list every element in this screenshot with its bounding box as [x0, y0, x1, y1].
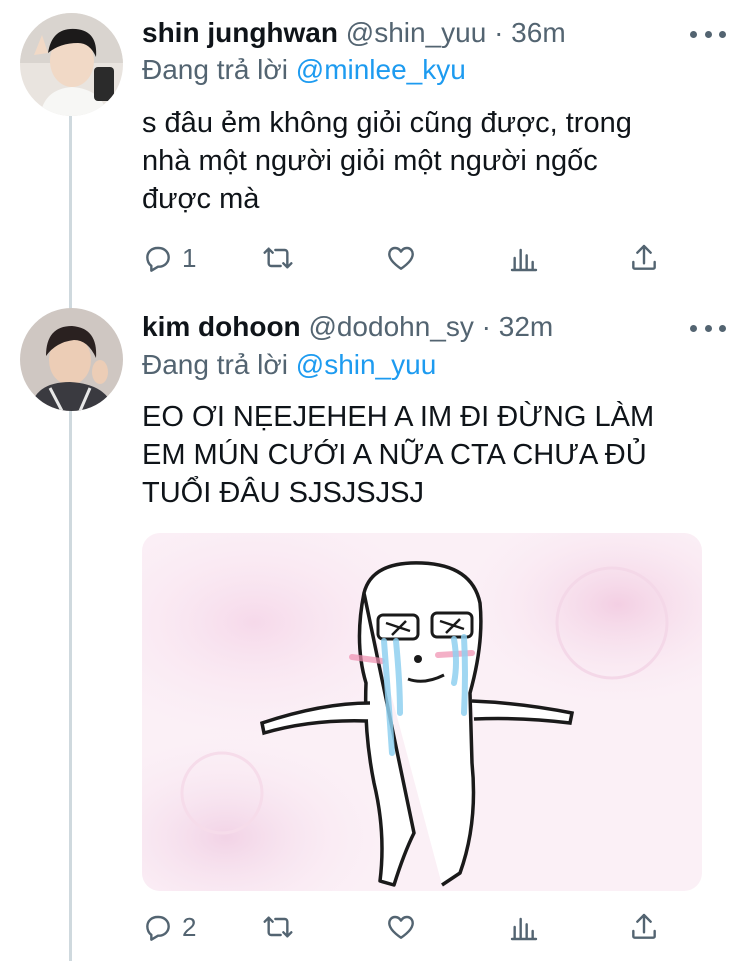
reply-count: 2 [182, 911, 197, 942]
avatar[interactable] [20, 13, 123, 116]
user-handle[interactable]: @shin_yuu [346, 17, 487, 48]
analytics-button[interactable] [508, 238, 540, 278]
tweet-media-image[interactable] [142, 533, 702, 891]
tweet-actions: 2 [142, 907, 682, 947]
retweet-icon [263, 916, 293, 938]
more-icon[interactable] [690, 24, 726, 44]
retweet-button[interactable] [262, 238, 294, 278]
avatar[interactable] [20, 308, 123, 411]
replying-to: Đang trả lời @shin_yuu [142, 348, 436, 382]
like-button[interactable] [385, 907, 417, 947]
tweet-header: kim dohoon @dodohn_sy · 32m [142, 310, 553, 344]
tweet-text: s đâu ẻm không giỏi cũng được, trong nhà… [142, 104, 712, 218]
reply-icon [146, 915, 170, 941]
tweet-text-line: được mà [142, 183, 260, 215]
like-icon [388, 246, 414, 270]
analytics-icon [510, 248, 538, 272]
timestamp[interactable]: · 32m [482, 311, 554, 342]
mention-link[interactable]: @shin_yuu [296, 349, 437, 380]
reply-button[interactable]: 1 [142, 238, 196, 278]
tweet-actions: 1 [142, 238, 682, 278]
like-icon [388, 915, 414, 939]
share-button[interactable] [628, 238, 660, 278]
display-name[interactable]: shin junghwan [142, 17, 338, 48]
reply-icon [146, 246, 170, 272]
reply-button[interactable]: 2 [142, 907, 196, 947]
replying-label: Đang trả lời [142, 349, 288, 380]
tweet-1[interactable]: shin junghwan @shin_yuu · 36m Đang trả l… [0, 0, 750, 300]
tweet-text-line: TUỔI ĐÂU SJSJSJSJ [142, 477, 424, 509]
tweet-header: shin junghwan @shin_yuu · 36m [142, 16, 566, 50]
more-icon[interactable] [690, 318, 726, 338]
share-icon [632, 244, 656, 270]
like-button[interactable] [385, 238, 417, 278]
tweet-text-line: s đâu ẻm không giỏi cũng được, trong [142, 107, 632, 139]
tweet-text-line: nhà một người giỏi một người ngốc [142, 145, 598, 177]
user-handle[interactable]: @dodohn_sy [308, 311, 473, 342]
display-name[interactable]: kim dohoon [142, 311, 301, 342]
tweet-text-line: EO ƠI NẸEJEHEH A IM ĐI ĐỪNG LÀM [142, 401, 655, 433]
retweet-icon [263, 247, 293, 269]
share-icon [632, 913, 656, 939]
analytics-button[interactable] [508, 907, 540, 947]
reply-count: 1 [182, 242, 197, 273]
mention-link[interactable]: @minlee_kyu [296, 54, 466, 85]
replying-to: Đang trả lời @minlee_kyu [142, 53, 466, 87]
tweet-text-line: EM MÚN CƯỚI A NỮA CTA CHƯA ĐỦ [142, 439, 647, 471]
analytics-icon [510, 917, 538, 941]
replying-label: Đang trả lời [142, 54, 288, 85]
timestamp[interactable]: · 36m [494, 17, 566, 48]
retweet-button[interactable] [262, 907, 294, 947]
share-button[interactable] [628, 907, 660, 947]
tweet-text: EO ƠI NẸEJEHEH A IM ĐI ĐỪNG LÀM EM MÚN C… [142, 398, 712, 512]
